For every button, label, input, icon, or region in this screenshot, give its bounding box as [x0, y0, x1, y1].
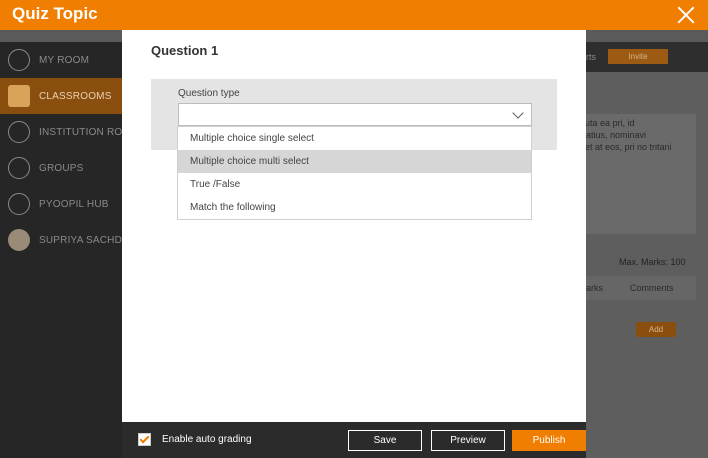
sidebar-item-label: PYOOPIL HUB — [39, 198, 109, 210]
close-icon[interactable] — [676, 5, 696, 25]
hub-icon — [8, 193, 30, 215]
question-modal: Question 1 Question type Multiple choice… — [122, 30, 586, 422]
sidebar-item-groups[interactable]: GROUPS — [0, 150, 122, 186]
add-button[interactable]: Add — [636, 322, 676, 337]
tab-comments[interactable]: Comments — [630, 283, 674, 293]
sidebar-item-label: CLASSROOMS — [39, 90, 112, 102]
max-marks-text: Max. Marks: 100 — [619, 257, 686, 267]
save-button[interactable]: Save — [348, 430, 422, 451]
sidebar-item-my-room[interactable]: MY ROOM — [0, 42, 122, 78]
person-icon — [8, 49, 30, 71]
option-mc-single[interactable]: Multiple choice single select — [178, 127, 531, 150]
sidebar-item-label: SUPRIYA SACHDE — [39, 234, 122, 246]
sidebar-item-classrooms[interactable]: CLASSROOMS — [0, 78, 122, 114]
question-title: Question 1 — [151, 43, 219, 58]
groups-icon — [8, 157, 30, 179]
sidebar-item-institution-room[interactable]: INSTITUTION ROO — [0, 114, 122, 150]
chevron-down-icon — [512, 107, 524, 119]
background-text-line: diet at eos, pri no tritani — [578, 142, 672, 152]
page-title: Quiz Topic — [12, 4, 98, 23]
background-text-line: eratius, nominavi — [578, 130, 647, 140]
question-type-label: Question type — [178, 88, 240, 99]
invite-button[interactable]: Invite — [608, 49, 668, 64]
nav-fragment: rts — [586, 52, 596, 62]
check-icon — [139, 433, 150, 444]
background-text-line: oluta ea pri, id — [578, 118, 635, 128]
question-type-dropdown: Multiple choice single select Multiple c… — [177, 126, 532, 220]
modal-footer: Enable auto grading Save Preview Publish — [122, 422, 586, 458]
sidebar-item-label: GROUPS — [39, 162, 84, 174]
classroom-icon — [8, 85, 30, 107]
avatar-icon — [8, 229, 30, 251]
sidebar-item-pyoopil-hub[interactable]: PYOOPIL HUB — [0, 186, 122, 222]
sidebar-item-label: INSTITUTION ROO — [39, 126, 122, 138]
publish-button[interactable]: Publish — [512, 430, 586, 451]
modal-header: Quiz Topic — [0, 0, 708, 30]
auto-grading-label: Enable auto grading — [162, 434, 252, 445]
sidebar-item-profile[interactable]: SUPRIYA SACHDE — [0, 222, 122, 258]
auto-grading-checkbox[interactable] — [138, 433, 151, 446]
option-mc-multi[interactable]: Multiple choice multi select — [178, 150, 531, 173]
tab-marks[interactable]: arks — [586, 283, 603, 293]
sidebar: MY ROOM CLASSROOMS INSTITUTION ROO GROUP… — [0, 42, 122, 458]
option-true-false[interactable]: True /False — [178, 173, 531, 196]
institution-icon — [8, 121, 30, 143]
preview-button[interactable]: Preview — [431, 430, 505, 451]
question-type-select[interactable] — [178, 103, 532, 126]
sidebar-item-label: MY ROOM — [39, 54, 90, 66]
option-match[interactable]: Match the following — [178, 196, 531, 219]
